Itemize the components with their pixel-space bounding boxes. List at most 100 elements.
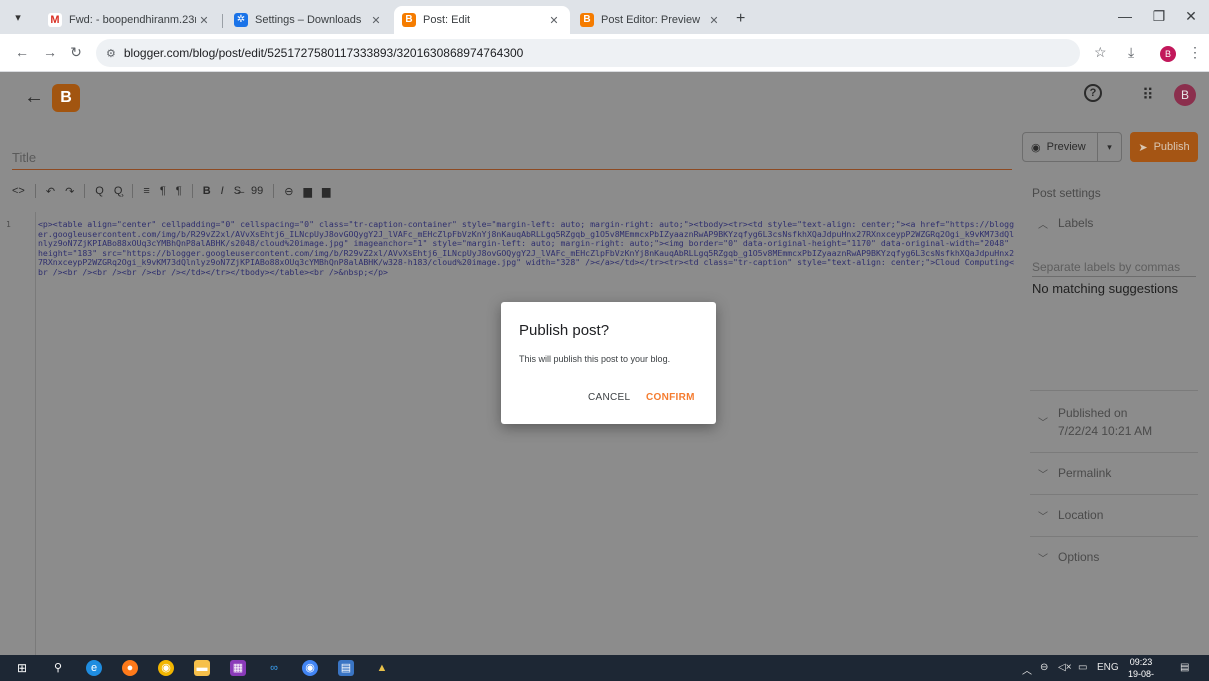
ltr-icon[interactable]: ¶ — [160, 185, 166, 197]
bookmark-star-icon[interactable]: ☆ — [1094, 44, 1107, 61]
browser-menu-icon[interactable]: ⋮ — [1188, 44, 1202, 61]
tab-post-editor-preview[interactable]: B Post Editor: Preview ✕ — [572, 6, 730, 34]
tab-settings-downloads[interactable]: ✲ Settings – Downloads ✕ — [226, 6, 392, 34]
close-tab-icon[interactable]: ✕ — [706, 14, 722, 27]
strikethrough-icon[interactable]: S̶ — [234, 185, 241, 197]
options-label: Options — [1058, 550, 1100, 564]
labels-input[interactable]: Separate labels by commas — [1032, 260, 1180, 274]
preview-dropdown-icon[interactable]: ▾ — [1097, 133, 1121, 161]
undo-icon[interactable]: ↶ — [46, 185, 55, 198]
dialog-title: Publish post? — [519, 322, 610, 339]
blogger-logo[interactable]: B — [52, 84, 80, 112]
chrome-icon[interactable]: ◉ — [158, 660, 174, 676]
tab-divider — [222, 14, 223, 28]
toolbar-divider — [132, 184, 134, 198]
post-settings-heading: Post settings — [1032, 186, 1101, 200]
notifications-icon[interactable]: ▤ — [1180, 662, 1189, 673]
tab-title: Fwd: - boopendhiranm.23mca@ — [69, 14, 196, 26]
tab-post-edit[interactable]: B Post: Edit ✕ — [394, 6, 570, 34]
network-icon[interactable]: ⊖ — [1040, 662, 1048, 673]
publish-button[interactable]: ➤ Publish — [1130, 132, 1198, 162]
windows-taskbar: ⊞ ⚲ e ● ◉ ▬ ▦ ∞ ◉ ▤ ▲ ︿ ⊖ ◁× ▭ ENG 09:23… — [0, 655, 1209, 681]
settings-gear-icon: ✲ — [234, 13, 248, 27]
preview-button[interactable]: ◉ Preview ▾ — [1022, 132, 1122, 162]
new-tab-button[interactable]: + — [736, 10, 745, 28]
chevron-down-icon: ﹀ — [1038, 554, 1048, 565]
italic-icon[interactable]: I — [221, 185, 224, 197]
html-editor[interactable]: 1 <p><table align="center" cellpadding="… — [0, 212, 1020, 655]
help-icon[interactable]: ? — [1084, 84, 1102, 102]
location-section[interactable]: ﹀ Location — [1038, 508, 1103, 523]
replace-icon[interactable]: Q̧ — [114, 185, 123, 197]
bold-icon[interactable]: B — [203, 185, 211, 197]
forward-icon[interactable]: → — [40, 44, 60, 60]
post-title-input[interactable]: Title — [12, 150, 36, 165]
labels-section[interactable]: ︿ Labels — [1038, 216, 1093, 231]
confirm-button[interactable]: CONFIRM — [646, 392, 695, 403]
search-icon[interactable]: Q — [95, 185, 104, 197]
address-bar[interactable]: ⚙ blogger.com/blog/post/edit/52517275801… — [96, 39, 1080, 67]
insert-image-icon[interactable]: ▆ — [304, 185, 312, 198]
edge-icon[interactable]: e — [86, 660, 102, 676]
close-window-icon[interactable]: ✕ — [1176, 8, 1206, 25]
app-header: ← B ? ⠿ B — [0, 72, 1209, 124]
gmail-icon: M — [48, 13, 62, 27]
system-clock[interactable]: 09:23 19-08-2024 — [1121, 656, 1161, 681]
labels-input-underline — [1032, 276, 1196, 277]
profile-avatar[interactable]: B — [1160, 46, 1176, 62]
cancel-button[interactable]: CANCEL — [588, 392, 630, 403]
html-view-icon[interactable]: <> — [12, 185, 25, 197]
toolbar-divider — [191, 184, 193, 198]
paint-app-icon[interactable]: ▲ — [374, 660, 390, 676]
close-tab-icon[interactable]: ✕ — [368, 14, 384, 27]
reload-icon[interactable]: ↻ — [66, 44, 86, 61]
language-indicator[interactable]: ENG — [1097, 662, 1119, 673]
published-on-section[interactable]: ﹀ Published on 7/22/24 10:21 AM — [1038, 406, 1152, 438]
chevron-down-icon: ﹀ — [1038, 512, 1048, 523]
publish-label: Publish — [1153, 141, 1190, 153]
chrome-profile-icon[interactable]: ◉ — [302, 660, 318, 676]
redo-icon[interactable]: ↷ — [65, 185, 74, 198]
options-section[interactable]: ﹀ Options — [1038, 550, 1099, 565]
restore-window-icon[interactable]: ❐ — [1144, 8, 1174, 25]
windows-start-icon[interactable]: ⊞ — [14, 660, 30, 676]
tab-title: Post: Edit — [423, 14, 471, 26]
insert-video-icon[interactable]: ▆ — [322, 185, 330, 198]
browser-tab-strip: ▾ M Fwd: - boopendhiranm.23mca@ ✕ ✲ Sett… — [0, 0, 1209, 34]
downloads-icon[interactable]: ⤓ — [1128, 44, 1134, 61]
infinity-app-icon[interactable]: ∞ — [266, 660, 282, 676]
back-arrow-icon[interactable]: ← — [24, 86, 44, 109]
display-icon[interactable]: ▭ — [1078, 662, 1087, 673]
no-suggestions-text: No matching suggestions — [1032, 281, 1178, 296]
permalink-section[interactable]: ﹀ Permalink — [1038, 466, 1111, 481]
chevron-up-icon: ︿ — [1038, 220, 1048, 231]
labels-label: Labels — [1058, 216, 1094, 230]
search-icon[interactable]: ⚲ — [50, 660, 66, 676]
quote-icon[interactable]: 99 — [251, 185, 263, 197]
rtl-icon[interactable]: ¶ — [176, 185, 182, 197]
editor-toolbar: <> ↶ ↷ Q Q̧ ≡ ¶ ¶ B I S̶ 99 ⊖ ▆ ▆ — [12, 184, 330, 198]
tab-search-chevron-icon[interactable]: ▾ — [8, 8, 28, 28]
notes-app-icon[interactable]: ▤ — [338, 660, 354, 676]
file-explorer-icon[interactable]: ▬ — [194, 660, 210, 676]
back-icon[interactable]: ← — [12, 44, 32, 60]
line-number: 1 — [6, 220, 11, 229]
close-tab-icon[interactable]: ✕ — [546, 14, 562, 27]
site-info-icon[interactable]: ⚙ — [106, 47, 116, 60]
close-tab-icon[interactable]: ✕ — [196, 14, 212, 27]
volume-icon[interactable]: ◁× — [1058, 662, 1072, 673]
toolbar-divider — [34, 184, 36, 198]
tray-chevron-icon[interactable]: ︿ — [1022, 662, 1032, 677]
apps-grid-icon[interactable]: ⠿ — [1142, 85, 1154, 105]
account-avatar[interactable]: B — [1174, 84, 1196, 106]
clock-time: 09:23 — [1129, 657, 1153, 667]
minimize-window-icon[interactable]: — — [1110, 8, 1140, 24]
publish-post-dialog: Publish post? This will publish this pos… — [501, 302, 716, 424]
tab-gmail[interactable]: M Fwd: - boopendhiranm.23mca@ ✕ — [40, 6, 220, 34]
align-icon[interactable]: ≡ — [143, 185, 149, 197]
html-source[interactable]: <p><table align="center" cellpadding="0"… — [38, 219, 1018, 278]
blogger-icon: B — [402, 13, 416, 27]
link-icon[interactable]: ⊖ — [284, 185, 293, 198]
winrar-icon[interactable]: ▦ — [230, 660, 246, 676]
firefox-icon[interactable]: ● — [122, 660, 138, 676]
